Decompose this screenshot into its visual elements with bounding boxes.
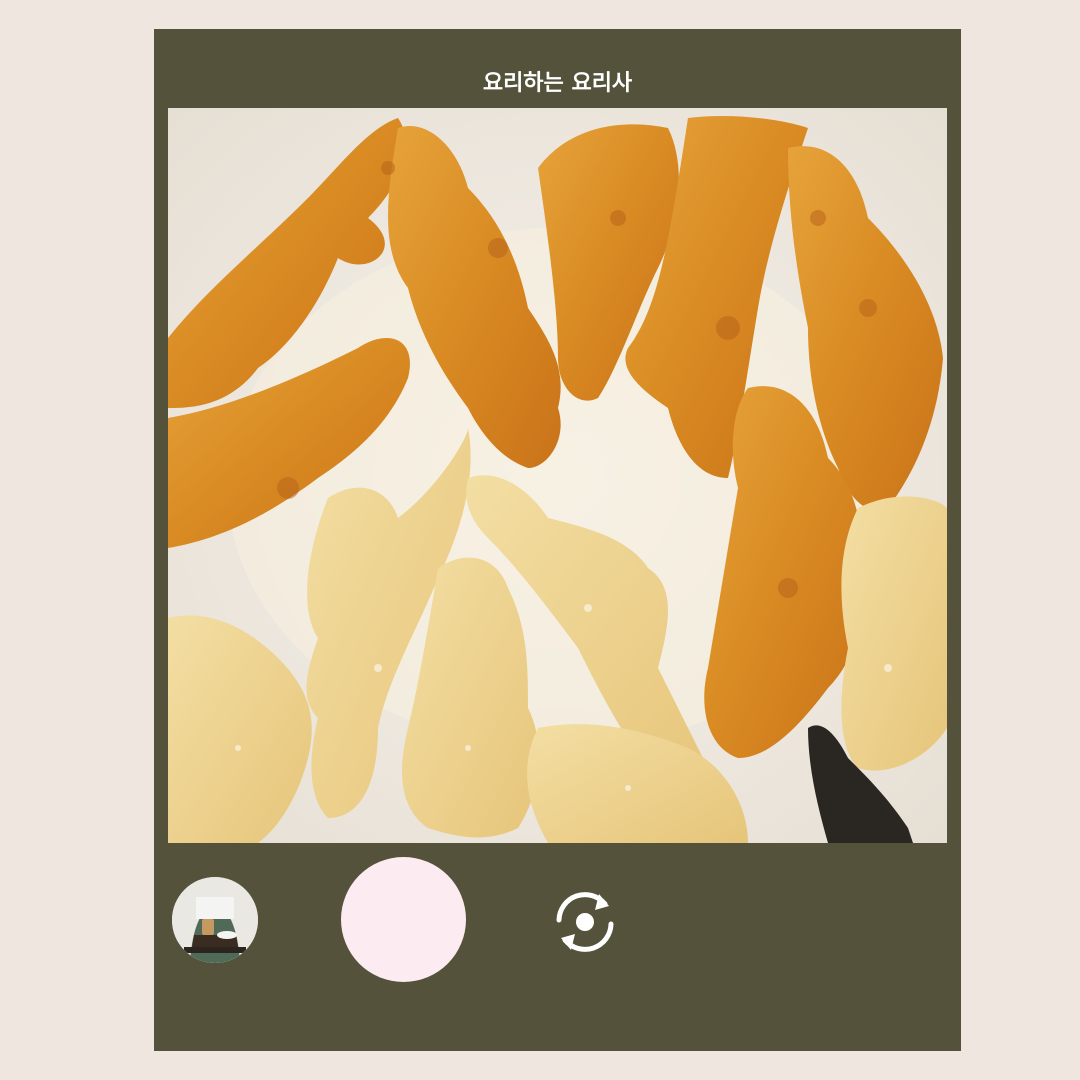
switch-camera-icon xyxy=(556,892,614,952)
viewfinder-photo xyxy=(168,108,947,843)
gallery-thumbnail-button[interactable] xyxy=(172,877,258,963)
page-title: 요리하는 요리사 xyxy=(482,71,633,96)
switch-camera-button[interactable] xyxy=(543,880,627,964)
shutter-button[interactable] xyxy=(341,857,466,982)
gallery-thumbnail-icon xyxy=(172,877,258,963)
camera-viewfinder xyxy=(168,108,947,843)
